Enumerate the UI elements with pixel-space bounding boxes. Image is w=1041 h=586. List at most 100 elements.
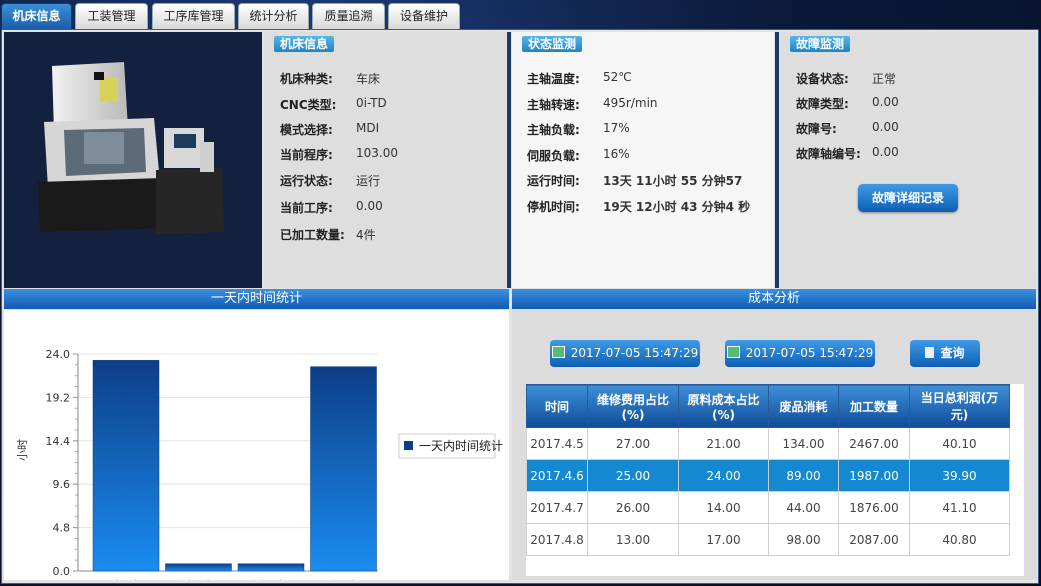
status-row-spindle-load: 主轴负载: 17%: [527, 121, 630, 138]
fault-panel: 故障监测 设备状态: 正常 故障类型: 0.00 故障号: 0.00 故障轴编号: 0.…: [780, 32, 1036, 288]
table-row[interactable]: 2017.4.8 13.00 17.00 98.00 2087.00 40.80: [526, 523, 1010, 556]
query-button[interactable]: 查询: [910, 340, 980, 367]
document-icon: [925, 347, 935, 358]
value: 16%: [603, 147, 630, 161]
table-cell: 13.00: [587, 523, 679, 556]
label: 运行时间:: [527, 174, 580, 188]
value: 4件: [356, 228, 376, 242]
table-row[interactable]: 2017.4.6 25.00 24.00 89.00 1987.00 39.90: [526, 459, 1010, 492]
value: 19天 12小时 43 分钟4 秒: [603, 200, 751, 214]
col-header[interactable]: 时间: [526, 384, 588, 428]
cost-analysis-area: 2017-07-05 15:47:29 2017-07-05 15:47:29 …: [512, 310, 1037, 580]
y-tick-label: 24.0: [46, 348, 71, 361]
bar: [310, 366, 377, 572]
table-cell: 98.00: [768, 523, 839, 556]
info-row-program: 当前程序: 103.00: [280, 146, 398, 163]
value: 13天 11小时 55 分钟57: [603, 174, 743, 188]
status-panel: 状态监测 主轴温度: 52℃ 主轴转速: 495r/min 主轴负载: 17% 伺服负…: [512, 32, 774, 288]
tab-equipment-maintenance[interactable]: 设备维护: [388, 3, 460, 29]
label: 已加工数量:: [280, 228, 345, 242]
table-cell: 2467.00: [838, 427, 910, 460]
date-to-picker[interactable]: 2017-07-05 15:47:29: [725, 340, 875, 367]
table-cell: 1876.00: [838, 491, 910, 524]
value: 0i-TD: [356, 96, 387, 110]
y-tick-label: 9.6: [53, 478, 71, 491]
y-tick-label: 0.0: [53, 565, 71, 578]
y-axis-label: 小时: [16, 439, 29, 461]
table-cell: 21.00: [678, 427, 769, 460]
machine-info-panel: 机床信息 机床种类: 车床 CNC类型: 0i-TD 模式选择: MDI 当前程序: 1…: [264, 32, 507, 288]
col-header[interactable]: 原料成本占比(%): [678, 384, 769, 428]
col-header[interactable]: 废品消耗: [768, 384, 839, 428]
label: 停机时间:: [527, 200, 580, 214]
tab-statistics[interactable]: 统计分析: [238, 3, 309, 29]
fault-row-number: 故障号: 0.00: [796, 120, 899, 137]
y-tick-label: 14.4: [46, 435, 71, 448]
time-stats-header: 一天内时间统计: [4, 289, 509, 309]
value: 52℃: [603, 70, 632, 84]
label: 伺服负载:: [527, 149, 580, 163]
fault-title: 故障监测: [790, 36, 851, 52]
status-row-spindle-temp: 主轴温度: 52℃: [527, 70, 632, 87]
cost-analysis-header: 成本分析: [512, 289, 1036, 309]
time-stats-chart-area: 24.0 19.2 14.4 9.6 4.8 0.0 开机时间 停机时间待机时间 运行时间 小时 一…: [4, 310, 509, 586]
tab-machine-info[interactable]: 机床信息: [1, 3, 72, 29]
col-header[interactable]: 加工数量: [838, 384, 910, 428]
status-row-run-time: 运行时间: 13天 11小时 55 分钟57: [527, 172, 742, 189]
divider: [775, 32, 779, 288]
table-cell: 2087.00: [838, 523, 910, 556]
main-frame: 机床信息 机床种类: 车床 CNC类型: 0i-TD 模式选择: MDI 当前程序: 1…: [1, 29, 1039, 586]
info-row-count: 已加工数量: 4件: [280, 226, 376, 243]
label: 当前工序:: [280, 201, 333, 215]
machine-info-title: 机床信息: [274, 36, 335, 52]
table-cell: 25.00: [587, 459, 679, 492]
table-cell: 39.90: [909, 459, 1010, 492]
table-cell: 26.00: [587, 491, 679, 524]
x-tick-label: 开机时间: [102, 579, 150, 580]
bar: [92, 360, 160, 572]
time-stats-bar-chart: 24.0 19.2 14.4 9.6 4.8 0.0 开机时间 停机时间待机时间 运行时间 小时 一…: [16, 348, 503, 586]
table-cell: 134.00: [768, 427, 839, 460]
tab-fixture-management[interactable]: 工装管理: [75, 3, 148, 29]
table-cell: 44.00: [768, 491, 839, 524]
label: 主轴温度:: [527, 72, 580, 86]
label: 故障类型:: [796, 97, 849, 111]
status-row-spindle-speed: 主轴转速: 495r/min: [527, 96, 658, 113]
y-tick-label: 19.2: [46, 391, 71, 404]
col-header[interactable]: 当日总利润(万元): [909, 384, 1010, 428]
fault-row-type: 故障类型: 0.00: [796, 95, 899, 112]
status-title: 状态监测: [522, 36, 583, 52]
fault-row-axis: 故障轴编号: 0.00: [796, 145, 899, 162]
table-cell: 2017.4.7: [526, 491, 588, 524]
label: 故障轴编号:: [796, 147, 861, 161]
label: 主轴转速:: [527, 98, 580, 112]
label: 模式选择:: [280, 123, 333, 137]
fault-detail-button[interactable]: 故障详细记录: [858, 184, 958, 212]
info-row-machine-type: 机床种类: 车床: [280, 70, 380, 87]
date-from-picker[interactable]: 2017-07-05 15:47:29: [550, 340, 700, 367]
table-row[interactable]: 2017.4.7 26.00 14.00 44.00 1876.00 41.10: [526, 491, 1010, 524]
bar: [237, 563, 305, 572]
table-header-row: 时间 维修费用占比(%) 原料成本占比(%) 废品消耗 加工数量 当日总利润(万…: [526, 384, 1010, 428]
value: 正常: [872, 72, 897, 86]
table-cell: 2017.4.5: [526, 427, 588, 460]
tab-process-library[interactable]: 工序库管理: [152, 3, 235, 29]
label: 运行状态:: [280, 174, 333, 188]
label: CNC类型:: [280, 98, 337, 112]
calendar-icon: [726, 346, 740, 358]
info-row-cnc-type: CNC类型: 0i-TD: [280, 96, 387, 113]
info-row-run-state: 运行状态: 运行: [280, 172, 380, 189]
table-cell: 1987.00: [838, 459, 910, 492]
label: 当前程序:: [280, 148, 333, 162]
tab-quality-trace[interactable]: 质量追溯: [312, 3, 385, 29]
value: 运行: [356, 174, 381, 188]
value: 0.00: [872, 145, 899, 159]
query-label: 查询: [940, 346, 965, 360]
table-cell: 2017.4.8: [526, 523, 588, 556]
value: 0.00: [872, 120, 899, 134]
value: 103.00: [356, 146, 398, 160]
col-header[interactable]: 维修费用占比(%): [587, 384, 679, 428]
machine-image: [4, 32, 262, 288]
value: 17%: [603, 121, 630, 135]
table-row[interactable]: 2017.4.5 27.00 21.00 134.00 2467.00 40.10: [526, 427, 1010, 460]
